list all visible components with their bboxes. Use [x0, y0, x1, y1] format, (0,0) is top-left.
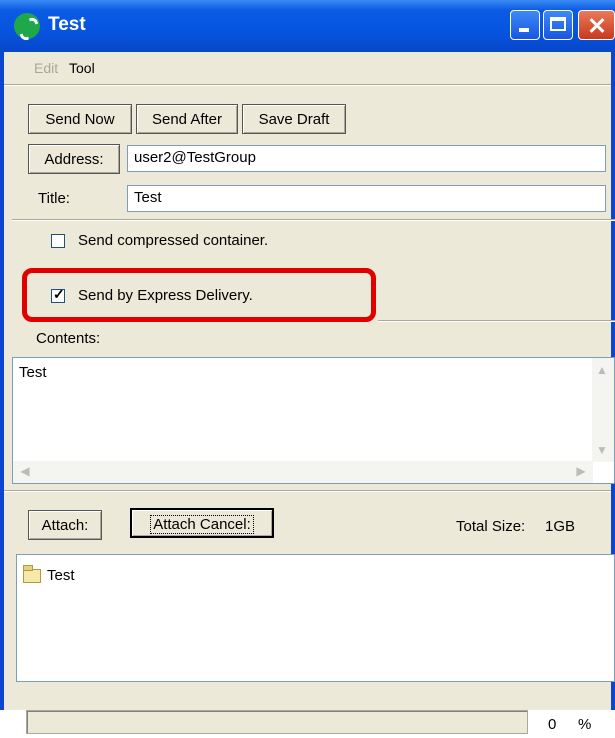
menu-divider — [4, 84, 611, 86]
title-field[interactable]: Test — [127, 185, 606, 212]
title-bar[interactable]: Test — [0, 0, 615, 52]
options-divider — [378, 320, 615, 322]
contents-label: Contents: — [36, 330, 101, 347]
send-after-button[interactable]: Send After — [136, 104, 238, 134]
title-label: Title: — [38, 190, 70, 207]
attachments-divider — [4, 490, 611, 492]
minimize-button[interactable] — [510, 10, 540, 40]
menu-bar: Edit Tool — [4, 52, 611, 80]
compressed-label: Send compressed container. — [78, 232, 269, 249]
maximize-button[interactable] — [543, 10, 573, 40]
send-now-button[interactable]: Send Now — [28, 104, 132, 134]
close-button[interactable] — [578, 10, 615, 40]
attach-cancel-button[interactable]: Attach Cancel: — [130, 508, 274, 538]
menu-tool[interactable]: Tool — [69, 60, 95, 76]
menu-edit[interactable]: Edit — [34, 60, 58, 76]
scroll-down-icon[interactable]: ▼ — [592, 440, 612, 460]
compressed-checkbox[interactable] — [51, 234, 65, 248]
contents-horizontal-scrollbar[interactable]: ◀ ▶ — [13, 461, 593, 483]
express-highlight-box — [22, 268, 376, 322]
contents-text: Test — [19, 364, 47, 381]
save-draft-button[interactable]: Save Draft — [242, 104, 346, 134]
scroll-right-icon[interactable]: ▶ — [571, 461, 591, 481]
app-logo-icon — [14, 13, 40, 39]
progress-unit: % — [578, 716, 592, 733]
address-field[interactable]: user2@TestGroup — [127, 145, 606, 172]
attachment-list[interactable]: Test — [16, 554, 615, 682]
contents-vertical-scrollbar[interactable]: ▲ ▼ — [592, 358, 614, 462]
scroll-left-icon[interactable]: ◀ — [15, 461, 35, 481]
scroll-up-icon[interactable]: ▲ — [592, 360, 612, 380]
attach-button[interactable]: Attach: — [28, 510, 102, 540]
progress-value: 0 — [548, 716, 557, 733]
list-item-label: Test — [47, 567, 75, 584]
section-divider — [12, 219, 615, 221]
list-item[interactable]: Test — [17, 559, 137, 585]
total-size-label: Total Size: — [456, 518, 526, 535]
contents-textarea[interactable]: Test ▲ ▼ ◀ ▶ — [12, 357, 615, 484]
window-title: Test — [48, 14, 86, 35]
address-button[interactable]: Address: — [28, 144, 120, 174]
progress-bar — [26, 710, 528, 734]
attach-cancel-label: Attach Cancel: — [150, 515, 254, 534]
folder-icon — [23, 565, 41, 583]
total-size-value: 1GB — [545, 518, 576, 535]
